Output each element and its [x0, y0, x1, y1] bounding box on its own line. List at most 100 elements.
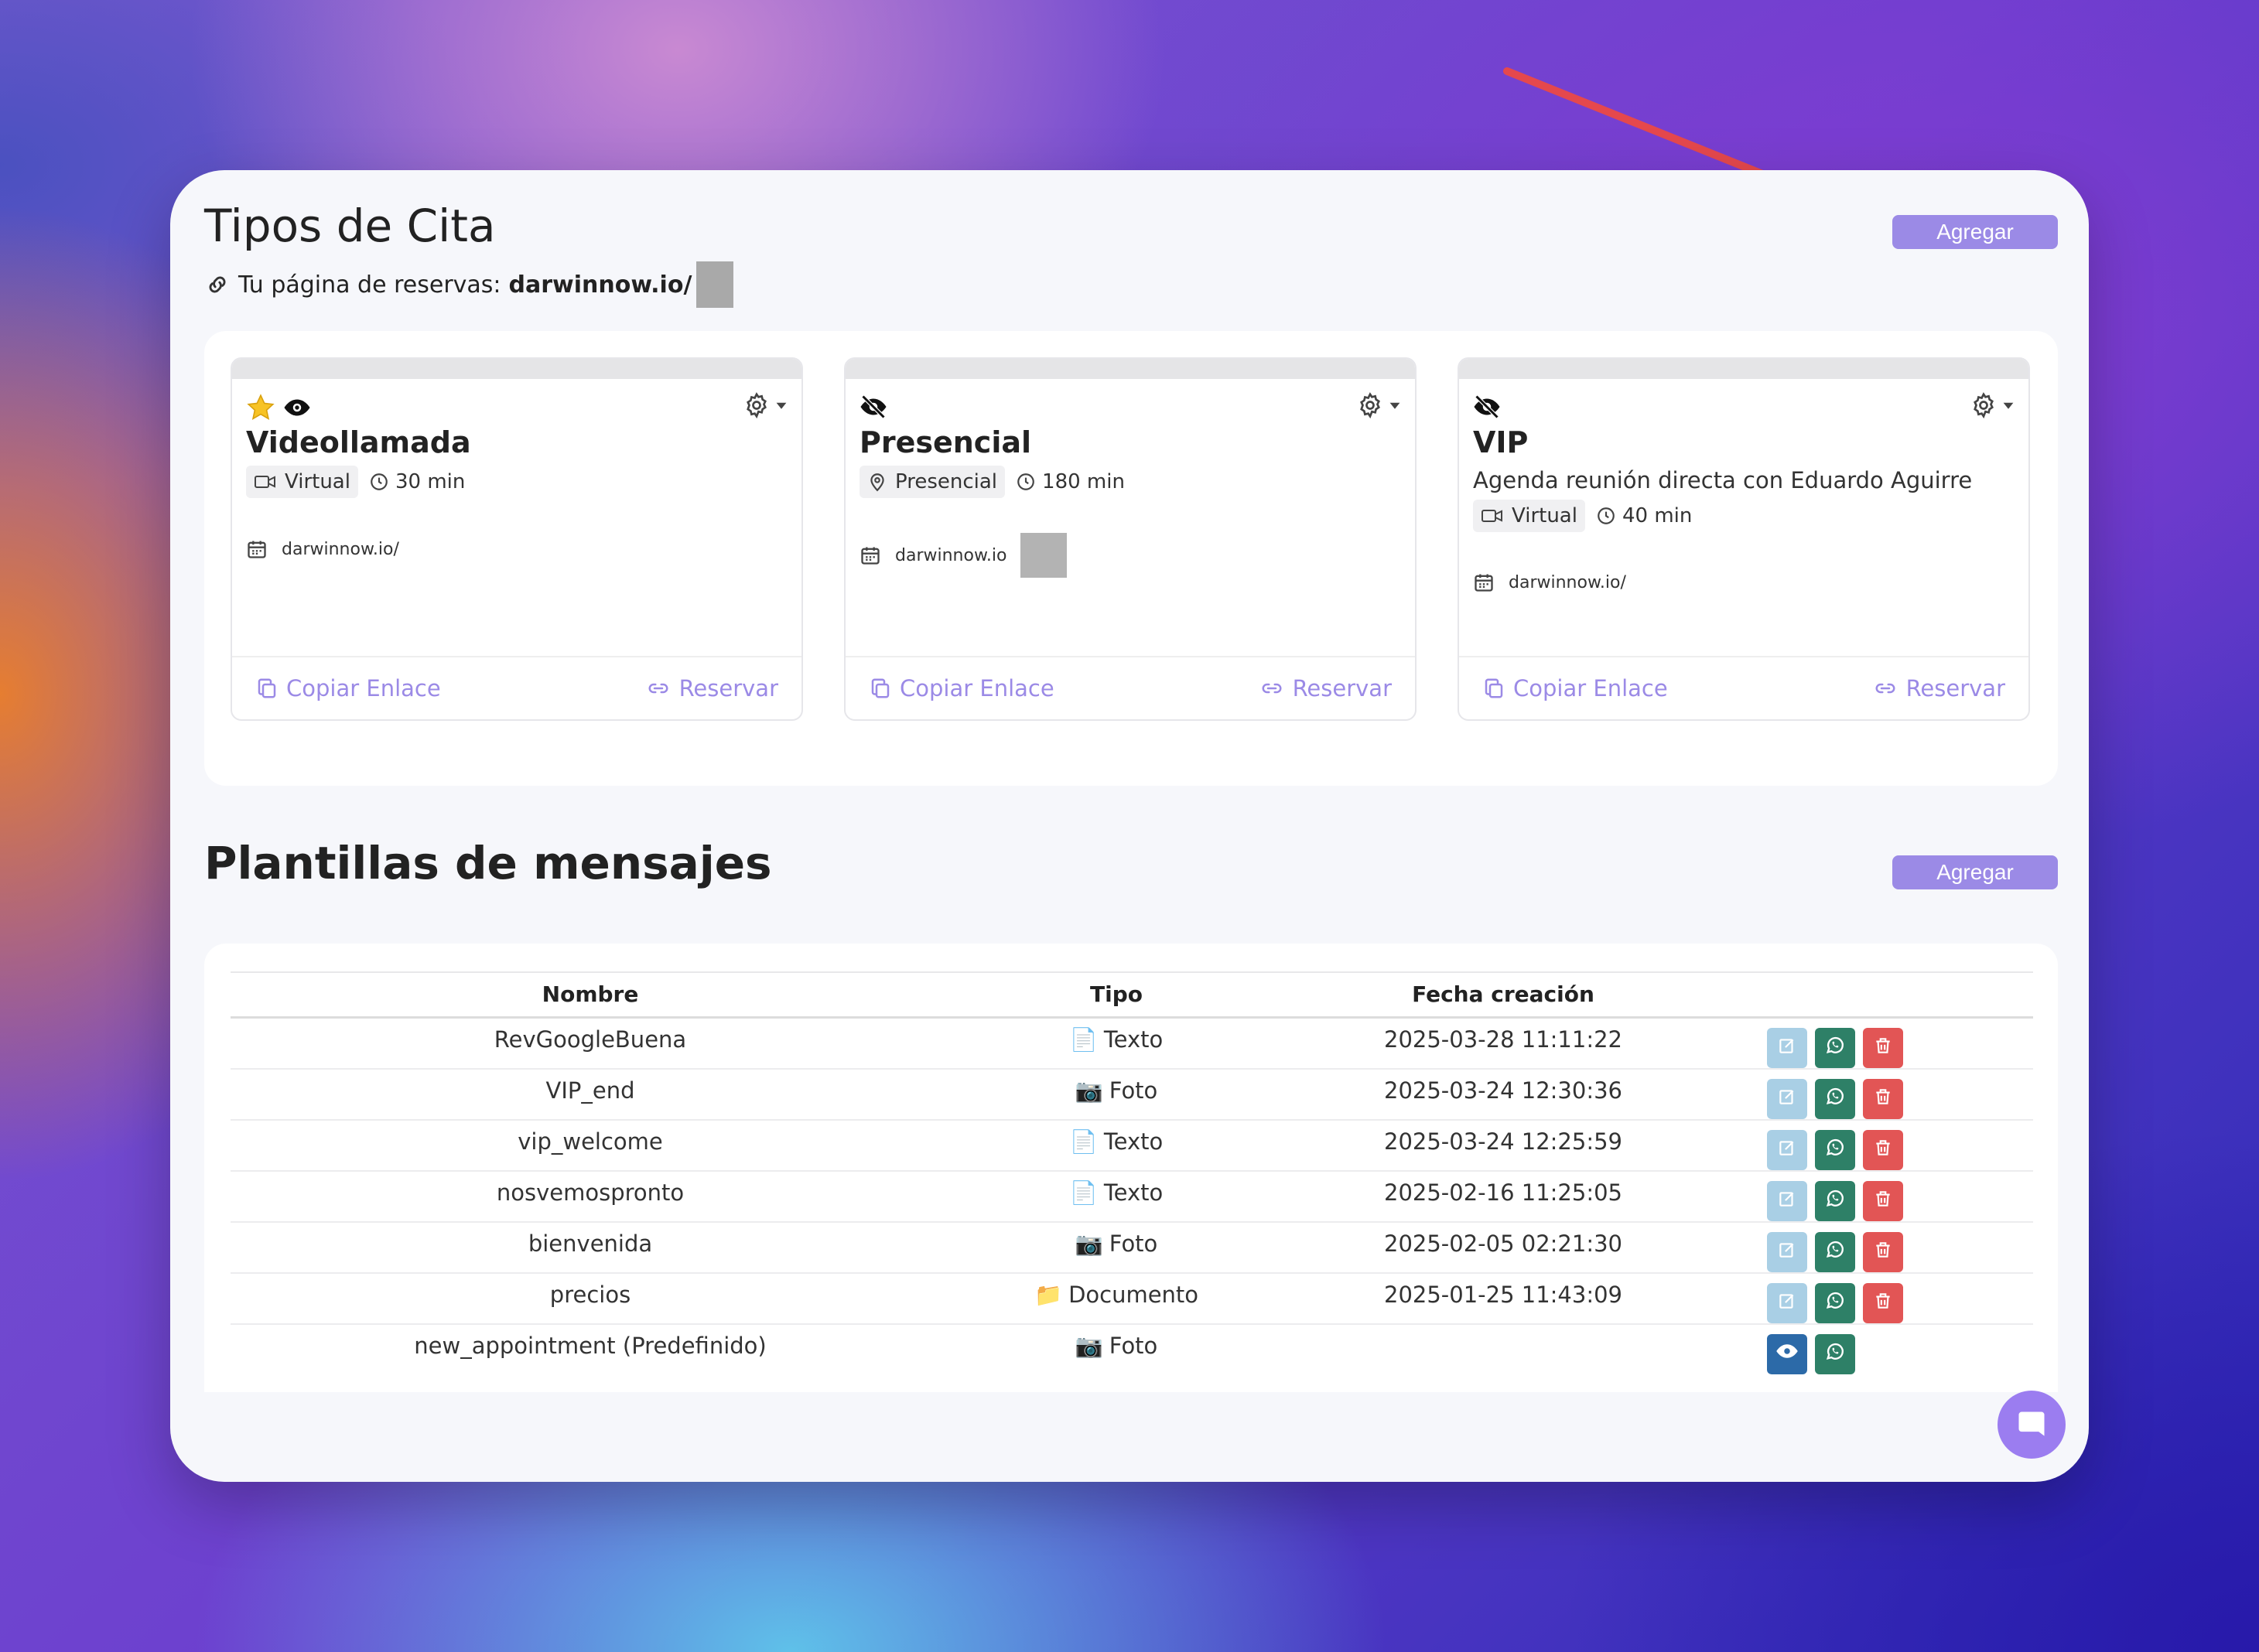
edit-button[interactable]	[1767, 1282, 1807, 1323]
reserve-button[interactable]: Reservar	[645, 675, 778, 701]
chat-icon	[2018, 1411, 2045, 1436]
eye-slash-icon[interactable]	[860, 393, 887, 421]
cell-fecha: 2025-01-25 11:43:09	[1283, 1272, 1724, 1325]
cell-fecha: 2025-02-05 02:21:30	[1283, 1221, 1724, 1274]
column-header-nombre[interactable]: Nombre	[231, 971, 950, 1019]
whatsapp-button[interactable]	[1815, 1333, 1855, 1374]
card-link: darwinnow.io/	[1509, 572, 1626, 592]
cell-nombre: bienvenida	[231, 1221, 950, 1274]
column-header-tipo[interactable]: Tipo	[950, 971, 1283, 1019]
edit-button[interactable]	[1767, 1180, 1807, 1221]
cell-nombre: nosvemospronto	[231, 1170, 950, 1223]
card-link-row: darwinnow.io/	[246, 538, 399, 560]
trash-icon	[1873, 1086, 1893, 1112]
type-icon: 📄	[1069, 1179, 1098, 1206]
card-settings-dropdown[interactable]	[1356, 391, 1401, 419]
edit-icon	[1777, 1290, 1797, 1316]
whatsapp-button[interactable]	[1815, 1027, 1855, 1068]
card-link: darwinnow.io/	[282, 539, 399, 559]
type-icon: 📁	[1034, 1281, 1063, 1308]
copy-link-button[interactable]: Copiar Enlace	[1482, 675, 1668, 701]
table-header-row: Nombre Tipo Fecha creación	[231, 971, 2033, 1019]
card-link: darwinnow.io	[895, 545, 1007, 565]
calendar-icon	[1475, 574, 1493, 592]
whatsapp-button[interactable]	[1815, 1078, 1855, 1119]
cell-tipo: 📷 Foto	[950, 1068, 1283, 1121]
duration: 40 min	[1596, 504, 1692, 527]
video-icon	[1482, 510, 1502, 522]
trash-icon	[1873, 1137, 1893, 1163]
table-row: new_appointment (Predefinido) 📷 Foto	[231, 1324, 2033, 1375]
caret-down-icon	[1389, 402, 1400, 409]
table-row: VIP_end 📷 Foto 2025-03-24 12:30:36	[231, 1068, 2033, 1121]
table-row: bienvenida 📷 Foto 2025-02-05 02:21:30	[231, 1221, 2033, 1274]
card-settings-dropdown[interactable]	[743, 391, 788, 419]
eye-icon[interactable]	[283, 394, 311, 422]
whatsapp-icon	[1824, 1187, 1846, 1214]
booking-url[interactable]: darwinnow.io/	[509, 271, 692, 299]
table-row: RevGoogleBuena 📄 Texto 2025-03-28 11:11:2…	[231, 1017, 2033, 1070]
add-template-button[interactable]: Agregar	[1892, 855, 2058, 889]
trash-icon	[1873, 1035, 1893, 1061]
whatsapp-button[interactable]	[1815, 1180, 1855, 1221]
cell-actions	[1724, 1170, 2033, 1223]
caret-down-icon	[2003, 402, 2014, 409]
card-title: VIP	[1473, 425, 1529, 459]
view-button[interactable]	[1767, 1333, 1807, 1374]
edit-icon	[1777, 1035, 1797, 1061]
card-status-icons	[1473, 393, 1501, 421]
card-footer: Copiar Enlace Reservar	[232, 656, 801, 719]
card-topbar	[846, 359, 1415, 379]
app-window: Tipos de Cita Tu página de reservas: dar…	[170, 170, 2089, 1482]
redacted-block	[696, 261, 734, 308]
whatsapp-button[interactable]	[1815, 1129, 1855, 1170]
whatsapp-icon	[1824, 1034, 1846, 1061]
whatsapp-button[interactable]	[1815, 1231, 1855, 1272]
mode-chip: Presencial	[860, 466, 1006, 498]
delete-button[interactable]	[1863, 1180, 1903, 1221]
delete-button[interactable]	[1863, 1129, 1903, 1170]
booking-label: Tu página de reservas:	[238, 271, 501, 299]
card-link-row: darwinnow.io/	[1473, 572, 1626, 593]
edit-button[interactable]	[1767, 1231, 1807, 1272]
delete-button[interactable]	[1863, 1078, 1903, 1119]
gear-icon	[1360, 392, 1380, 419]
card-settings-dropdown[interactable]	[1970, 391, 2015, 419]
add-appointment-type-button[interactable]: Agregar	[1892, 215, 2058, 249]
card-status-icons	[860, 393, 887, 421]
trash-icon	[1873, 1290, 1893, 1316]
copy-link-button[interactable]: Copiar Enlace	[255, 675, 441, 701]
eye-slash-icon[interactable]	[1473, 393, 1501, 421]
table-row: nosvemospronto 📄 Texto 2025-02-16 11:25:0…	[231, 1170, 2033, 1223]
edit-button[interactable]	[1767, 1078, 1807, 1119]
reserve-button[interactable]: Reservar	[1872, 675, 2005, 701]
chat-widget-button[interactable]	[1998, 1391, 2066, 1459]
delete-button[interactable]	[1863, 1231, 1903, 1272]
whatsapp-button[interactable]	[1815, 1282, 1855, 1323]
whatsapp-icon	[1824, 1085, 1846, 1112]
card-footer: Copiar Enlace Reservar	[1459, 656, 2028, 719]
table-row: precios 📁 Documento 2025-01-25 11:43:09	[231, 1272, 2033, 1325]
clock-icon	[1017, 473, 1034, 490]
copy-link-button[interactable]: Copiar Enlace	[869, 675, 1054, 701]
delete-button[interactable]	[1863, 1282, 1903, 1323]
star-icon[interactable]	[246, 393, 275, 422]
appointment-card-presencial: Presencial Presencial 180 min darwinnow.…	[844, 357, 1417, 721]
delete-button[interactable]	[1863, 1027, 1903, 1068]
edit-icon	[1777, 1086, 1797, 1112]
cell-actions	[1724, 1324, 2033, 1375]
type-icon: 📷	[1075, 1230, 1103, 1257]
clock-icon	[1598, 507, 1615, 524]
booking-page-line: Tu página de reservas: darwinnow.io/	[204, 261, 734, 308]
edit-icon	[1777, 1137, 1797, 1163]
edit-button[interactable]	[1767, 1027, 1807, 1068]
eye-icon	[1775, 1340, 1799, 1368]
card-footer: Copiar Enlace Reservar	[846, 656, 1415, 719]
redacted-block	[1020, 533, 1068, 578]
edit-button[interactable]	[1767, 1129, 1807, 1170]
duration: 180 min	[1016, 470, 1125, 493]
link-icon	[1262, 683, 1282, 694]
trash-icon	[1873, 1188, 1893, 1214]
reserve-button[interactable]: Reservar	[1259, 675, 1392, 701]
column-header-fecha[interactable]: Fecha creación	[1283, 971, 1724, 1019]
